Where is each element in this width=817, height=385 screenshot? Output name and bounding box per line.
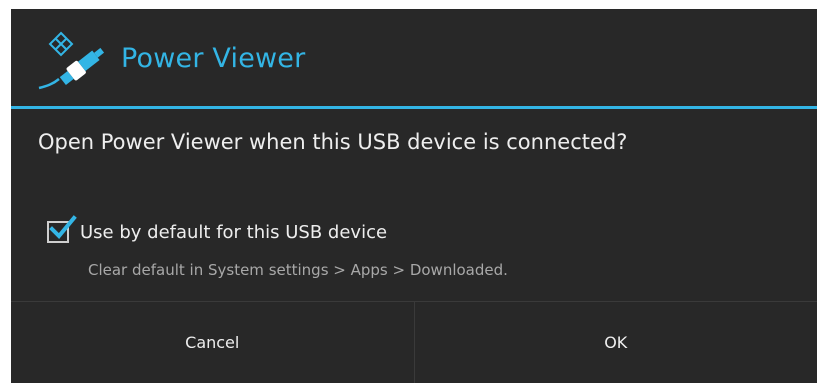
usb-plug-icon (38, 31, 105, 90)
checkmark-icon (49, 215, 77, 239)
cancel-button[interactable]: Cancel (11, 302, 414, 383)
use-by-default-label: Use by default for this USB device (80, 221, 388, 243)
title-divider (11, 106, 817, 109)
use-by-default-row[interactable]: Use by default for this USB device (47, 215, 388, 247)
dialog-button-bar: Cancel OK (11, 301, 817, 383)
use-by-default-checkbox[interactable] (47, 215, 77, 243)
dialog-title-bar: Power Viewer (11, 9, 817, 107)
usb-permission-dialog: Power Viewer Open Power Viewer when this… (11, 9, 817, 383)
ok-button[interactable]: OK (415, 302, 817, 383)
dialog-message: Open Power Viewer when this USB device i… (38, 130, 628, 154)
dialog-title: Power Viewer (121, 43, 306, 74)
clear-default-hint: Clear default in System settings > Apps … (88, 261, 508, 279)
